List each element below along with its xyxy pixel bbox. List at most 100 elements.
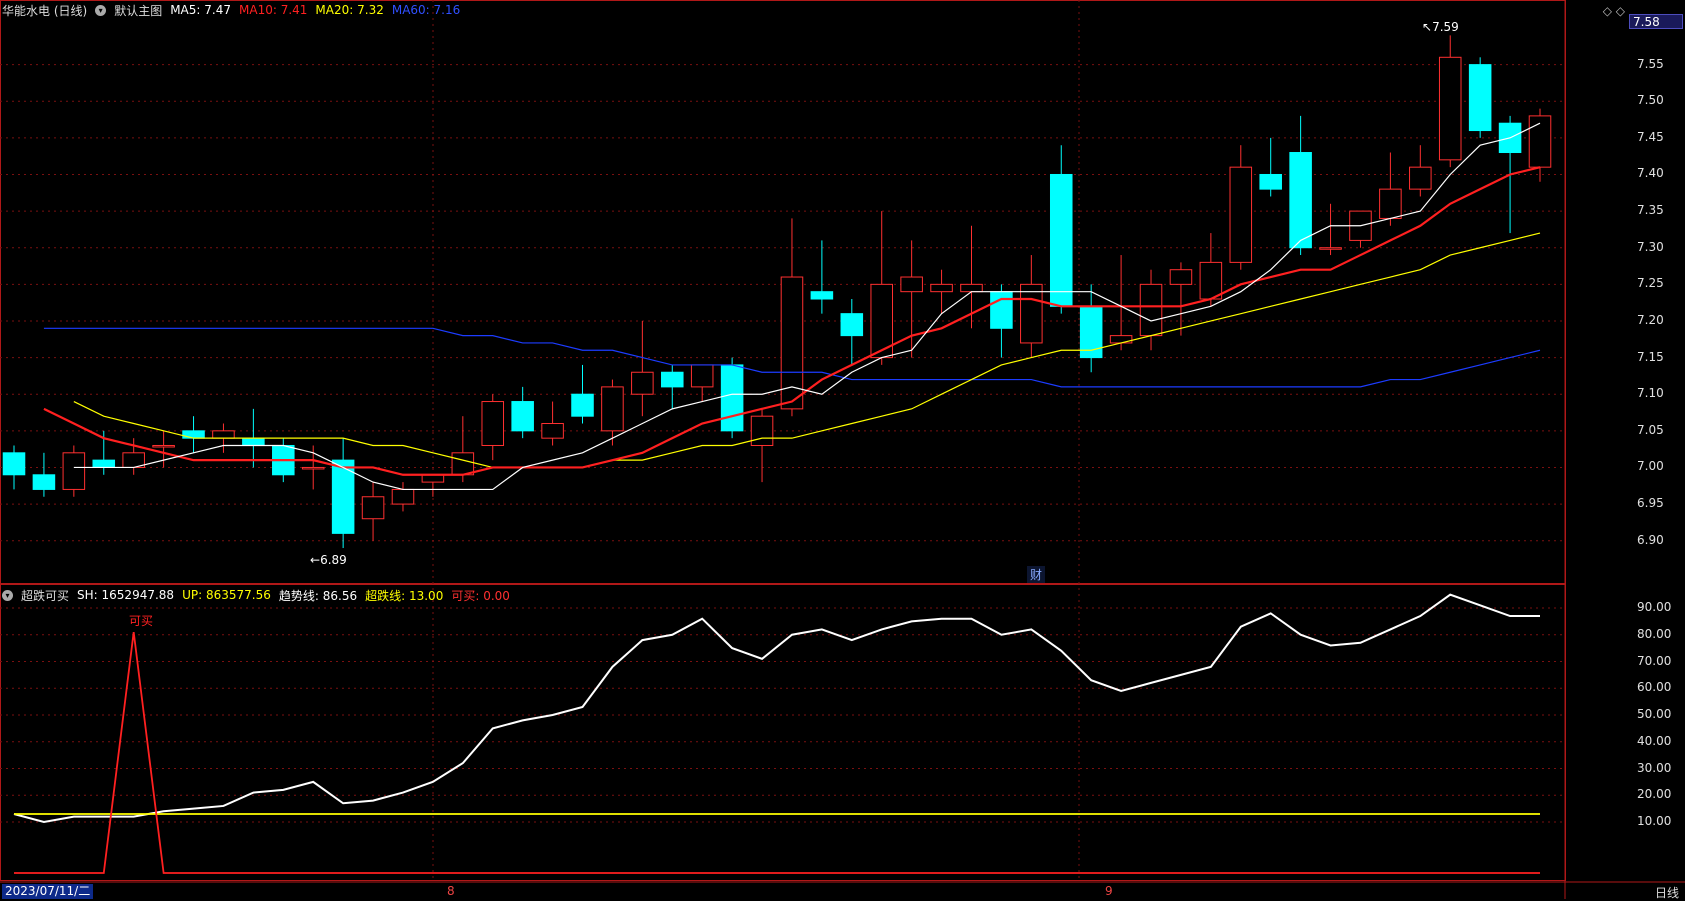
main-panel-header: 华能水电 (日线) ▾ 默认主图 MA5: 7.47 MA10: 7.41 MA… <box>2 1 460 19</box>
price-tick-label: 7.05 <box>1637 422 1664 437</box>
price-tick-label: 7.40 <box>1637 166 1664 181</box>
candle-body <box>32 474 56 490</box>
candle-body <box>2 452 26 476</box>
candle-body <box>840 313 864 337</box>
price-tick-label: 7.15 <box>1637 349 1664 364</box>
candle-body <box>152 444 175 448</box>
price-tick-label: 7.10 <box>1637 386 1664 401</box>
buy-signal-line <box>14 631 1540 874</box>
indicator-axis[interactable]: 90.00 80.00 70.00 60.00 50.00 40.00 30.00 20.00… <box>1627 584 1685 880</box>
candle-body <box>92 459 116 468</box>
candle-body <box>1229 166 1253 263</box>
month-label-aug: 8 <box>447 884 455 898</box>
indicator-tick-label: 50.00 <box>1637 707 1672 721</box>
price-tick-label: 7.00 <box>1637 459 1664 474</box>
candle <box>601 379 624 446</box>
price-tick-label: 7.35 <box>1637 203 1664 218</box>
indicator-tick-label: 60.00 <box>1637 680 1672 695</box>
candle-body <box>62 452 86 490</box>
candle <box>391 482 415 512</box>
candle <box>1438 35 1462 168</box>
low-price-marker: ←6.89 <box>310 553 347 567</box>
price-tick-label: 7.55 <box>1637 56 1664 71</box>
candle-body <box>1379 188 1402 219</box>
candle <box>840 299 864 365</box>
up-value: UP: 863577.56 <box>182 588 271 602</box>
indicator-tick-label: 20.00 <box>1637 787 1672 802</box>
chart-canvas[interactable] <box>0 0 1685 899</box>
candle <box>361 482 385 541</box>
finance-marker[interactable]: 财 <box>1027 566 1046 583</box>
price-tick-label: 7.20 <box>1637 312 1664 327</box>
price-axis[interactable]: 7.55 7.50 7.45 7.40 7.35 7.30 7.25 7.20 7.15 7.10… <box>1627 0 1685 583</box>
high-price-marker: ↖7.59 <box>1422 20 1459 34</box>
candle <box>2 445 26 490</box>
candle <box>511 386 534 439</box>
ma20-line <box>73 232 1541 469</box>
candle-body <box>1109 335 1133 344</box>
candle-body <box>571 393 594 417</box>
price-tick-label: 6.95 <box>1637 496 1664 511</box>
candle-body <box>511 401 534 432</box>
candle <box>690 364 714 402</box>
candle-body <box>242 437 265 446</box>
stock-title[interactable]: 华能水电 (日线) <box>2 2 87 19</box>
trend-line-value: 趋势线: 86.56 <box>278 588 358 603</box>
price-tick-label: 6.90 <box>1637 532 1664 547</box>
indicator-name[interactable]: 超跌可买 <box>21 587 69 604</box>
candle <box>661 364 684 409</box>
candle <box>421 474 445 497</box>
ma60-label: MA60: 7.16 <box>391 3 461 17</box>
buy-signal-value: 可买: 0.00 <box>451 588 510 603</box>
indicator-panel-header: ▾ 超跌可买 SH: 1652947.88 UP: 863577.56 趋势线:… <box>2 586 510 604</box>
candle <box>870 211 893 365</box>
candle-body <box>391 488 415 505</box>
candle <box>1379 152 1402 226</box>
price-tick-label: 7.50 <box>1637 93 1664 108</box>
candle <box>541 401 564 446</box>
ma20-label: MA20: 7.32 <box>315 3 384 17</box>
oversold-line-value: 超跌线: 13.00 <box>365 588 444 603</box>
sh-value: SH: 1652947.88 <box>77 588 175 602</box>
price-tick-label: 7.30 <box>1637 239 1664 254</box>
candle <box>1349 210 1372 248</box>
candle-body <box>900 276 923 293</box>
candle-body <box>541 423 564 439</box>
candle <box>1528 108 1552 182</box>
indicator-tick-label: 10.00 <box>1637 814 1672 828</box>
candle-body <box>1020 283 1043 344</box>
candle <box>1079 284 1103 373</box>
candle-body <box>1409 166 1432 190</box>
panel-toggle-icon[interactable]: ◇ ◇ <box>1603 4 1625 18</box>
candle <box>1169 262 1193 336</box>
candle-body <box>1319 247 1342 250</box>
settings-icon[interactable]: ▾ <box>95 4 107 16</box>
candle-body <box>1289 152 1312 249</box>
candle <box>331 438 355 549</box>
candle-body <box>212 430 235 439</box>
candle <box>62 445 86 497</box>
indicator-settings-icon[interactable]: ▾ <box>2 589 13 601</box>
candle-body <box>1259 173 1282 190</box>
indicator-tick-label: 80.00 <box>1637 626 1672 641</box>
candle-body <box>1438 56 1462 161</box>
candle-body <box>720 364 744 432</box>
candle <box>631 320 654 417</box>
candle <box>750 408 774 483</box>
candle <box>32 452 56 497</box>
candle-body <box>1468 64 1492 132</box>
candle-body <box>750 415 774 446</box>
candle-body <box>960 283 983 293</box>
price-tick-label: 7.25 <box>1637 276 1664 291</box>
candle-body <box>361 496 385 520</box>
indicator-tick-label: 90.00 <box>1637 600 1672 614</box>
period-label[interactable]: 日线 <box>1655 884 1679 901</box>
indicator-panel-border <box>0 584 1566 881</box>
candle <box>1468 57 1492 138</box>
candle <box>1020 255 1043 358</box>
candle-body <box>182 430 205 439</box>
candle <box>1259 137 1282 197</box>
candle-body <box>301 466 325 470</box>
candle-body <box>601 386 624 432</box>
template-label[interactable]: 默认主图 <box>114 2 162 19</box>
